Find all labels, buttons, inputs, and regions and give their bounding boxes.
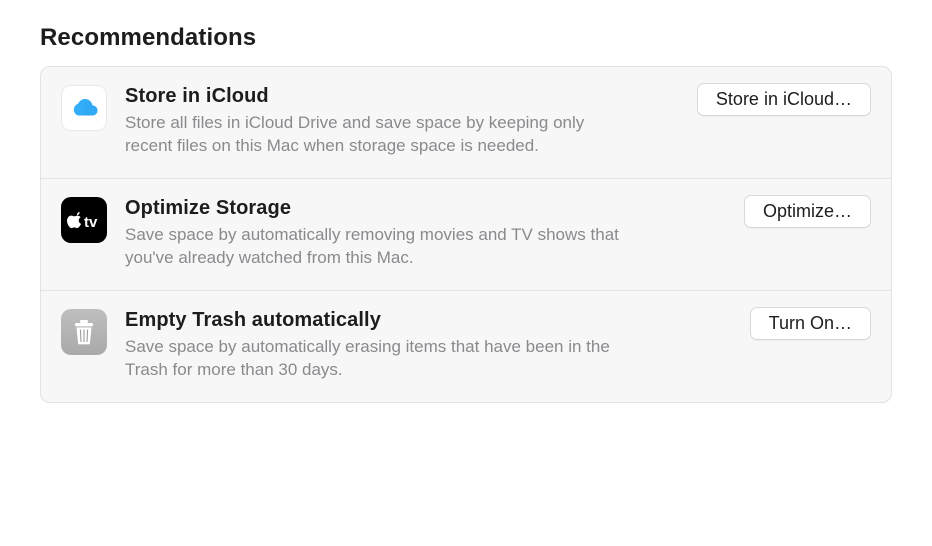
- row-desc-store-in-icloud: Store all files in iCloud Drive and save…: [125, 112, 635, 158]
- optimize-button[interactable]: Optimize…: [744, 195, 871, 228]
- store-in-icloud-button[interactable]: Store in iCloud…: [697, 83, 871, 116]
- row-desc-empty-trash: Save space by automatically erasing item…: [125, 336, 635, 382]
- trash-icon: [61, 309, 107, 355]
- row-title-empty-trash: Empty Trash automatically: [125, 309, 734, 332]
- row-title-store-in-icloud: Store in iCloud: [125, 85, 681, 108]
- icloud-icon: [61, 85, 107, 131]
- row-optimize-storage: tv Optimize Storage Save space by automa…: [41, 179, 891, 291]
- apple-tv-icon: tv: [61, 197, 107, 243]
- row-empty-trash: Empty Trash automatically Save space by …: [41, 291, 891, 402]
- row-store-in-icloud: Store in iCloud Store all files in iClou…: [41, 67, 891, 179]
- row-desc-optimize-storage: Save space by automatically removing mov…: [125, 224, 635, 270]
- recommendations-title: Recommendations: [40, 24, 892, 52]
- svg-text:tv: tv: [84, 214, 98, 231]
- recommendations-panel: Store in iCloud Store all files in iClou…: [40, 66, 892, 403]
- row-title-optimize-storage: Optimize Storage: [125, 197, 728, 220]
- turn-on-button[interactable]: Turn On…: [750, 307, 871, 340]
